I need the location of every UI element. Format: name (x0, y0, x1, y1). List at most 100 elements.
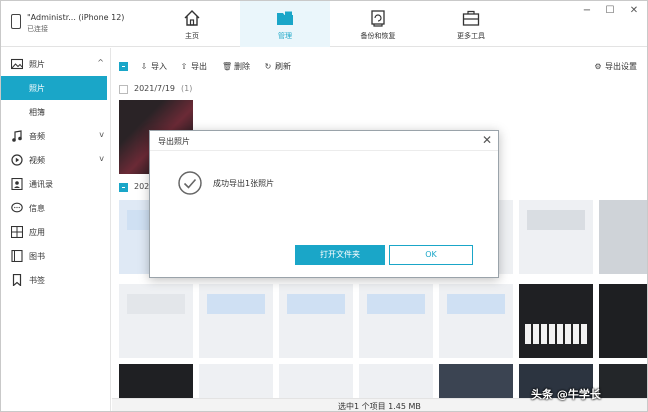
video-icon (11, 154, 23, 166)
photo-image (447, 294, 505, 314)
refresh-label: 刷新 (275, 62, 291, 71)
refresh-button[interactable]: ↻ 刷新 (263, 61, 291, 72)
sidebar-item-video[interactable]: 视频 v (1, 148, 110, 172)
sidebar-item-label: 照片 (29, 60, 45, 69)
photo-thumbnail[interactable] (359, 364, 433, 398)
photo-thumbnail[interactable] (599, 284, 647, 358)
refresh-icon: ↻ (264, 62, 272, 71)
tab-home[interactable]: 主页 (147, 1, 237, 47)
home-icon (184, 10, 200, 26)
photo-thumbnail[interactable] (599, 364, 647, 398)
bookmark-icon (12, 274, 22, 286)
tab-backup[interactable]: 备份和恢复 (333, 1, 423, 47)
photo-thumbnail[interactable] (199, 284, 273, 358)
photo-thumbnail[interactable] (439, 284, 513, 358)
group-count: (1) (181, 84, 193, 93)
sidebar-item-label: 照片 (29, 84, 45, 93)
tab-more-tools[interactable]: 更多工具 (426, 1, 516, 47)
chevron-down-icon: v (99, 154, 104, 163)
toolbar: ⇩ 导入 ⇧ 导出 🗑 删除 ↻ 刷新 ⚙ 导出设置 (112, 48, 647, 82)
backup-icon (371, 10, 385, 27)
watermark: 头条 @牛学长 (531, 388, 601, 401)
sidebar-item-bookmarks[interactable]: 书签 (1, 268, 110, 292)
delete-label: 删除 (234, 62, 250, 71)
photo-image (287, 294, 345, 314)
photo-thumbnail[interactable] (279, 284, 353, 358)
close-button[interactable]: ✕ (628, 5, 640, 16)
device-name: "Administr... (iPhone 12) (27, 13, 125, 22)
sidebar-item-label: 视频 (29, 156, 45, 165)
tab-manage[interactable]: 管理 (240, 1, 330, 47)
contacts-icon (11, 178, 23, 190)
device-status: 已连接 (27, 25, 48, 33)
ok-button[interactable]: OK (389, 245, 473, 265)
sidebar-item-label: 应用 (29, 228, 45, 237)
sidebar-item-books[interactable]: 图书 (1, 244, 110, 268)
dialog-close-button[interactable]: ✕ (482, 133, 492, 147)
export-dialog: 导出照片 ✕ 成功导出1张照片 打开文件夹 OK (149, 130, 499, 278)
dialog-message: 成功导出1张照片 (213, 179, 275, 188)
sidebar-item-label: 通讯录 (29, 180, 53, 189)
photo-image (527, 210, 585, 230)
photo-thumbnail[interactable] (519, 200, 593, 274)
tab-manage-label: 管理 (278, 32, 292, 40)
minimize-button[interactable]: − (581, 5, 593, 16)
sidebar-subitem-photos[interactable]: 照片 (1, 76, 107, 100)
chevron-up-icon: ^ (97, 58, 104, 67)
import-button[interactable]: ⇩ 导入 (139, 61, 167, 72)
book-icon (11, 250, 23, 262)
select-all-checkbox[interactable] (119, 62, 128, 71)
export-button[interactable]: ⇧ 导出 (179, 61, 207, 72)
photo-image (127, 294, 185, 314)
photo-image (525, 324, 587, 344)
export-settings-button[interactable]: ⚙ 导出设置 (593, 61, 637, 72)
chevron-down-icon: v (99, 130, 104, 139)
sidebar-item-messages[interactable]: 信息 (1, 196, 110, 220)
group-checkbox[interactable] (119, 85, 128, 94)
message-icon (11, 202, 23, 213)
photo-thumbnail[interactable] (279, 364, 353, 398)
tab-home-label: 主页 (185, 32, 199, 40)
maximize-button[interactable]: ☐ (604, 5, 616, 16)
sidebar-item-photos[interactable]: 照片 ^ (1, 52, 110, 76)
sidebar-item-label: 相簿 (29, 108, 45, 117)
tab-more-tools-label: 更多工具 (457, 32, 485, 40)
toolbox-icon (462, 10, 480, 26)
photo-thumbnail[interactable] (439, 364, 513, 398)
photo-thumbnail[interactable] (519, 284, 593, 358)
delete-button[interactable]: 🗑 删除 (222, 61, 250, 72)
photo-thumbnail[interactable] (119, 364, 193, 398)
sidebar-subitem-albums[interactable]: 相簿 (1, 100, 107, 124)
open-folder-button[interactable]: 打开文件夹 (295, 245, 385, 265)
group-date: 2021/7/19 (134, 84, 176, 93)
photo-image (367, 294, 425, 314)
import-icon: ⇩ (140, 62, 148, 71)
group-header: 2021/7/19 (1) (134, 84, 192, 93)
sidebar-item-label: 图书 (29, 252, 45, 261)
apps-icon (11, 226, 23, 238)
dialog-header: 导出照片 ✕ (150, 131, 498, 151)
sidebar-item-apps[interactable]: 应用 (1, 220, 110, 244)
sidebar: 照片 ^ 照片 相簿 音频 v 视频 v 通讯录 信息 应用 图书 书签 (1, 48, 111, 411)
group-checkbox[interactable] (119, 183, 128, 192)
export-settings-label: 导出设置 (605, 62, 637, 71)
device-info[interactable]: "Administr... (iPhone 12) 已连接 (9, 11, 139, 37)
import-label: 导入 (151, 62, 167, 71)
folder-icon (277, 11, 293, 25)
dialog-title: 导出照片 (158, 137, 190, 146)
phone-icon (11, 14, 21, 29)
sidebar-item-audio[interactable]: 音频 v (1, 124, 110, 148)
photo-thumbnail[interactable] (119, 284, 193, 358)
photo-thumbnail[interactable] (199, 364, 273, 398)
photo-icon (11, 58, 23, 70)
app-window: "Administr... (iPhone 12) 已连接 主页 管理 备份和恢… (0, 0, 648, 412)
music-icon (12, 130, 22, 142)
selection-status: 选中1 个项目 1.45 MB (338, 402, 421, 411)
export-label: 导出 (191, 62, 207, 71)
photo-thumbnail[interactable] (599, 200, 647, 274)
success-check-icon (178, 171, 202, 195)
export-icon: ⇧ (180, 62, 188, 71)
sidebar-item-contacts[interactable]: 通讯录 (1, 172, 110, 196)
photo-thumbnail[interactable] (359, 284, 433, 358)
sidebar-item-label: 信息 (29, 204, 45, 213)
